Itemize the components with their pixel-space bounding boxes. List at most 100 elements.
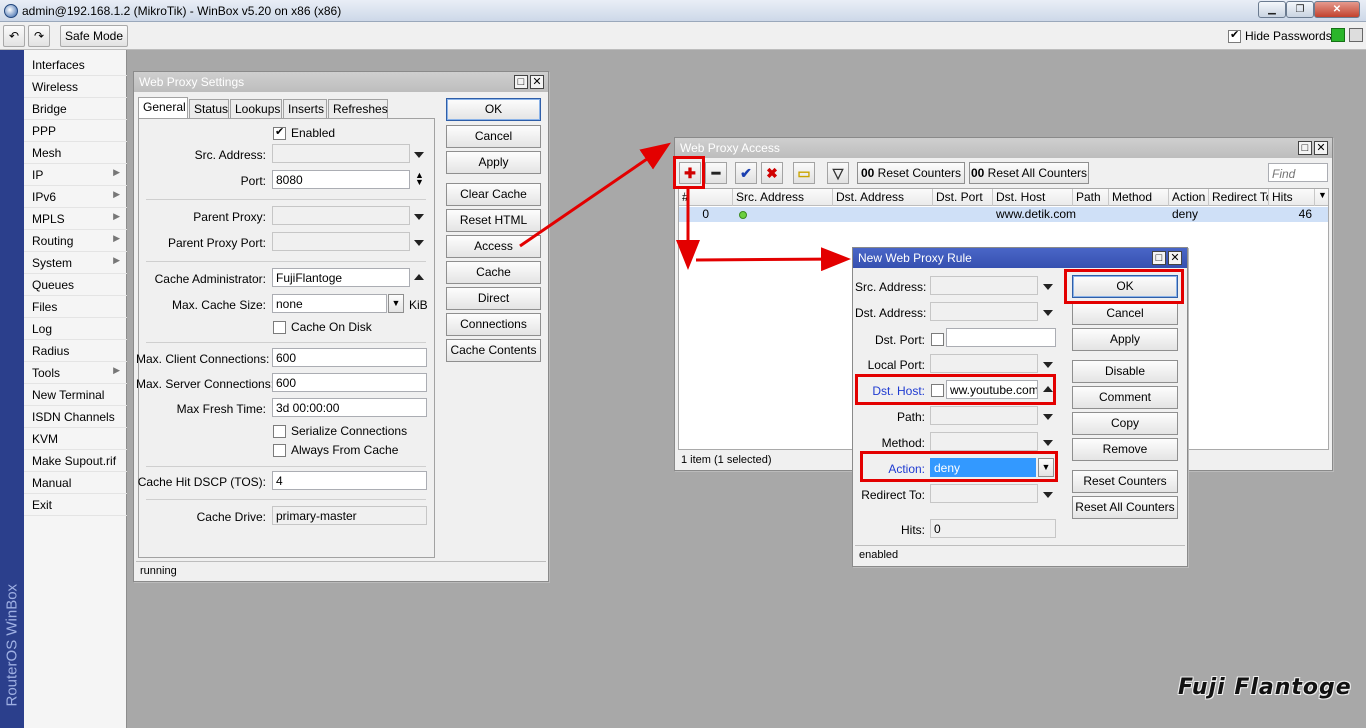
col-path[interactable]: Path (1073, 189, 1109, 206)
parent-proxy-port-dropdown-icon[interactable] (414, 240, 424, 246)
rule-remove-button[interactable]: Remove (1072, 438, 1178, 461)
remove-rule-button[interactable]: ━ (705, 162, 727, 184)
col-dst-address[interactable]: Dst. Address (833, 189, 933, 206)
cache-button[interactable]: Cache (446, 261, 541, 284)
settings-cancel-button[interactable]: Cancel (446, 125, 541, 148)
rule-dst-port-negate-checkbox[interactable] (931, 332, 944, 347)
access-close-button[interactable]: ✕ (1314, 141, 1328, 155)
serialize-connections-checkbox[interactable] (273, 425, 286, 439)
sidebar-item-isdn-channels[interactable]: ISDN Channels (24, 406, 127, 428)
direct-button[interactable]: Direct (446, 287, 541, 310)
cache-contents-button[interactable]: Cache Contents (446, 339, 541, 362)
parent-proxy-input[interactable] (272, 206, 410, 225)
sidebar-item-files[interactable]: Files (24, 296, 127, 318)
clear-cache-button[interactable]: Clear Cache (446, 183, 541, 206)
rule-action-dropdown-button[interactable]: ▼ (1038, 458, 1054, 477)
safe-mode-button[interactable]: Safe Mode (60, 25, 128, 47)
port-input[interactable]: 8080 (272, 170, 410, 189)
rule-maximize-button[interactable]: □ (1152, 251, 1166, 265)
hide-passwords-checkbox[interactable] (1228, 28, 1241, 44)
redo-button[interactable]: ↷ (28, 25, 50, 47)
sidebar-item-make-supout-rif[interactable]: Make Supout.rif (24, 450, 127, 472)
checkbox-icon[interactable] (931, 384, 944, 398)
rule-disable-button[interactable]: Disable (1072, 360, 1178, 383)
serialize-connections-row[interactable]: Serialize Connections (273, 424, 407, 439)
port-stepper-icon[interactable]: ▲ ▼ (415, 171, 424, 187)
sidebar-item-interfaces[interactable]: Interfaces (24, 54, 127, 76)
col-hits[interactable]: Hits (1269, 189, 1315, 206)
rule-comment-button[interactable]: Comment (1072, 386, 1178, 409)
rule-local-port-input[interactable] (930, 354, 1038, 373)
rule-method-dropdown-icon[interactable] (1043, 440, 1053, 446)
sidebar-item-bridge[interactable]: Bridge (24, 98, 127, 120)
rule-action-select[interactable]: deny (930, 458, 1036, 477)
cache-admin-input[interactable]: FujiFlantoge (272, 268, 410, 287)
max-cache-size-input[interactable]: none (272, 294, 387, 313)
rule-path-dropdown-icon[interactable] (1043, 414, 1053, 420)
rule-local-port-dropdown-icon[interactable] (1043, 362, 1053, 368)
tab-lookups[interactable]: Lookups (230, 99, 282, 118)
rule-src-address-input[interactable] (930, 276, 1038, 295)
rule-close-button[interactable]: ✕ (1168, 251, 1182, 265)
reset-counters-button[interactable]: 00 Reset Counters (857, 162, 965, 184)
settings-apply-button[interactable]: Apply (446, 151, 541, 174)
columns-menu-icon[interactable]: ▼ (1315, 189, 1328, 206)
rule-dst-host-input[interactable]: ww.youtube.com (946, 380, 1038, 399)
table-row[interactable]: 0 www.detik.com deny 46 (679, 207, 1328, 222)
sidebar-item-radius[interactable]: Radius (24, 340, 127, 362)
settings-ok-button[interactable]: OK (446, 98, 541, 121)
max-server-connections-input[interactable]: 600 (272, 373, 427, 392)
sidebar-item-ppp[interactable]: PPP (24, 120, 127, 142)
col-method[interactable]: Method (1109, 189, 1169, 206)
cache-admin-collapse-icon[interactable] (414, 274, 424, 280)
tab-refreshes[interactable]: Refreshes (328, 99, 388, 118)
checkbox-icon[interactable] (931, 333, 944, 347)
rule-redirect-to-input[interactable] (930, 484, 1038, 503)
rule-apply-button[interactable]: Apply (1072, 328, 1178, 351)
sidebar-item-mesh[interactable]: Mesh (24, 142, 127, 164)
col-redirect-to[interactable]: Redirect To (1209, 189, 1269, 206)
col-src-address[interactable]: Src. Address (733, 189, 833, 206)
tab-status[interactable]: Status (189, 99, 229, 118)
rule-ok-button[interactable]: OK (1072, 275, 1178, 298)
access-maximize-button[interactable]: □ (1298, 141, 1312, 155)
rule-reset-counters-button[interactable]: Reset Counters (1072, 470, 1178, 493)
rule-dst-host-collapse-icon[interactable] (1043, 386, 1053, 392)
sidebar-item-queues[interactable]: Queues (24, 274, 127, 296)
disable-rule-button[interactable]: ✖ (761, 162, 783, 184)
connections-button[interactable]: Connections (446, 313, 541, 336)
comment-rule-button[interactable]: ▭ (793, 162, 815, 184)
minimize-window-button[interactable]: ▁ (1258, 1, 1286, 18)
always-from-cache-checkbox[interactable] (273, 444, 286, 458)
sidebar-item-routing[interactable]: Routing ▶ (24, 230, 127, 252)
rule-reset-all-counters-button[interactable]: Reset All Counters (1072, 496, 1178, 519)
restore-window-button[interactable]: ❐ (1286, 1, 1314, 18)
col-dst-port[interactable]: Dst. Port (933, 189, 993, 206)
rule-copy-button[interactable]: Copy (1072, 412, 1178, 435)
access-button[interactable]: Access (446, 235, 541, 258)
cache-on-disk-checkbox[interactable] (273, 321, 286, 335)
max-cache-size-dropdown-button[interactable]: ▼ (388, 294, 404, 313)
sidebar-item-manual[interactable]: Manual (24, 472, 127, 494)
col-dst-host[interactable]: Dst. Host (993, 189, 1073, 206)
sidebar-item-mpls[interactable]: MPLS ▶ (24, 208, 127, 230)
sidebar-item-new-terminal[interactable]: New Terminal (24, 384, 127, 406)
rule-dst-address-input[interactable] (930, 302, 1038, 321)
col-action[interactable]: Action (1169, 189, 1209, 206)
add-rule-button[interactable]: ✚ (679, 162, 701, 184)
col-number[interactable]: # (679, 189, 733, 206)
tab-inserts[interactable]: Inserts (283, 99, 327, 118)
src-address-input[interactable] (272, 144, 410, 163)
sidebar-item-wireless[interactable]: Wireless (24, 76, 127, 98)
reset-all-counters-button[interactable]: 00 Reset All Counters (969, 162, 1089, 184)
sidebar-item-log[interactable]: Log (24, 318, 127, 340)
sidebar-item-tools[interactable]: Tools ▶ (24, 362, 127, 384)
enable-rule-button[interactable]: ✔ (735, 162, 757, 184)
tab-general[interactable]: General (138, 97, 188, 118)
rule-dst-port-input[interactable] (946, 328, 1056, 347)
settings-close-button[interactable]: ✕ (530, 75, 544, 89)
rule-redirect-to-dropdown-icon[interactable] (1043, 492, 1053, 498)
undo-button[interactable]: ↶ (3, 25, 25, 47)
find-input[interactable] (1268, 163, 1328, 182)
always-from-cache-row[interactable]: Always From Cache (273, 443, 398, 458)
